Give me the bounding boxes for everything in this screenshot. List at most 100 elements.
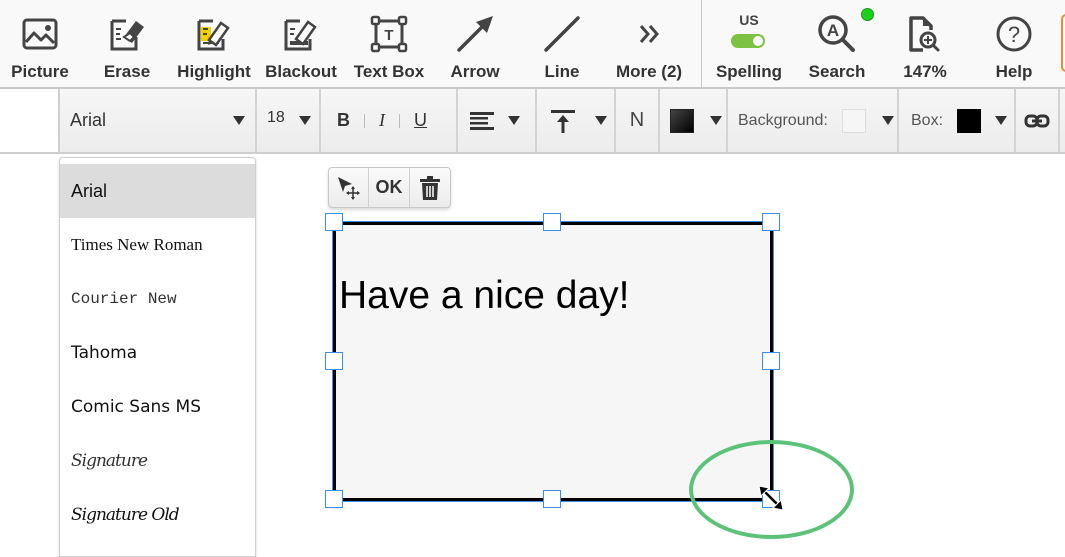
- text-style-group: B I U: [321, 89, 458, 152]
- separator: [399, 113, 400, 128]
- box-color-swatch: [957, 108, 982, 133]
- underline-button[interactable]: U: [414, 110, 427, 131]
- zoom-page-icon: [905, 14, 945, 54]
- resize-handle-top-left[interactable]: [325, 213, 343, 231]
- trash-icon: [419, 175, 440, 200]
- move-button[interactable]: [329, 168, 370, 207]
- resize-handle-bottom-left[interactable]: [325, 490, 343, 508]
- chevron-down-icon: [710, 116, 722, 125]
- font-family-dropdown: Arial Times New Roman Courier New Tahoma…: [59, 157, 256, 557]
- arrow-icon: [455, 14, 495, 54]
- normal-label: N: [629, 109, 645, 131]
- bold-button[interactable]: B: [337, 110, 350, 131]
- help-button[interactable]: ? Help: [975, 0, 1053, 88]
- chevron-down-icon: [995, 116, 1008, 125]
- chevron-down-icon: [298, 116, 311, 125]
- font-option-comic-sans[interactable]: Comic Sans MS: [60, 380, 255, 434]
- more-label: More (2): [615, 62, 683, 81]
- text-color-swatch: [670, 108, 694, 133]
- normal-text-button[interactable]: N: [616, 89, 660, 152]
- erase-label: Erase: [103, 62, 151, 81]
- resize-handle-right[interactable]: [762, 352, 780, 370]
- search-label: Search: [808, 62, 866, 81]
- delete-button[interactable]: [410, 168, 450, 207]
- svg-text:A: A: [827, 21, 839, 40]
- picture-label: Picture: [11, 62, 69, 81]
- spelling-locale: US: [739, 12, 759, 28]
- spelling-label: Spelling: [715, 62, 783, 81]
- move-cursor-icon: [337, 176, 360, 200]
- box-label: Box:: [911, 111, 944, 129]
- text-box-content[interactable]: Have a nice day!: [339, 274, 630, 318]
- chevron-down-icon: [233, 116, 245, 125]
- textbox-icon: T: [369, 14, 409, 54]
- zoom-button[interactable]: 147%: [886, 0, 964, 88]
- resize-handle-top-right[interactable]: [762, 213, 780, 231]
- highlight-tool-button[interactable]: Highlight: [172, 0, 256, 88]
- main-toolbar: Picture Erase Highlight Blackout T Text …: [0, 0, 1065, 89]
- double-chevron-icon: [629, 14, 669, 54]
- spelling-toggle[interactable]: US Spelling: [709, 0, 789, 88]
- font-option-courier-new[interactable]: Courier New: [60, 272, 255, 326]
- status-dot-icon: [861, 8, 874, 21]
- background-color-picker[interactable]: Background:: [728, 89, 899, 152]
- background-color-swatch: [841, 108, 866, 133]
- blackout-tool-button[interactable]: Blackout: [262, 0, 340, 88]
- textbox-tool-button[interactable]: T Text Box: [350, 0, 428, 88]
- resize-handle-top[interactable]: [543, 213, 561, 231]
- background-label: Background:: [738, 111, 828, 129]
- font-size-value: 18: [267, 108, 285, 126]
- text-align-select[interactable]: [458, 89, 537, 152]
- font-option-signature-old[interactable]: Signature Old: [60, 488, 255, 542]
- chevron-down-icon: [881, 116, 894, 125]
- offscreen-button[interactable]: [1061, 14, 1065, 72]
- search-icon: A: [817, 14, 857, 54]
- chevron-down-icon: [595, 116, 607, 125]
- toolbar-divider: [701, 0, 702, 88]
- arrow-label: Arrow: [450, 62, 500, 81]
- text-color-picker[interactable]: [660, 89, 728, 152]
- line-label: Line: [544, 62, 580, 81]
- font-option-tahoma[interactable]: Tahoma: [60, 326, 255, 380]
- ok-button[interactable]: OK: [369, 168, 410, 207]
- svg-text:T: T: [384, 27, 393, 44]
- picture-icon: [20, 14, 60, 54]
- align-left-icon: [470, 111, 494, 130]
- toggle-switch-icon: [731, 34, 765, 48]
- help-label: Help: [995, 62, 1033, 81]
- link-button[interactable]: [1016, 89, 1060, 152]
- separator: [364, 113, 365, 128]
- font-option-times-new-roman[interactable]: Times New Roman: [60, 218, 255, 272]
- font-option-arial[interactable]: Arial: [60, 164, 255, 218]
- link-icon: [1024, 114, 1050, 127]
- format-toolbar: Arial 18 B I U N Background: Box:: [0, 89, 1065, 154]
- align-top-icon: [551, 109, 575, 133]
- line-tool-button[interactable]: Line: [523, 0, 601, 88]
- textbox-label: Text Box: [353, 62, 425, 81]
- highlight-label: Highlight: [177, 62, 251, 81]
- more-tools-button[interactable]: More (2): [610, 0, 688, 88]
- ok-label: OK: [375, 177, 403, 197]
- resize-handle-left[interactable]: [325, 352, 343, 370]
- arrow-tool-button[interactable]: Arrow: [436, 0, 514, 88]
- erase-tool-button[interactable]: Erase: [88, 0, 166, 88]
- chevron-down-icon: [508, 116, 520, 125]
- resize-handle-bottom[interactable]: [543, 490, 561, 508]
- eraser-icon: [107, 14, 147, 54]
- font-family-value: Arial: [70, 110, 107, 130]
- line-icon: [542, 14, 582, 54]
- blackout-label: Blackout: [265, 62, 337, 81]
- svg-text:?: ?: [1008, 22, 1020, 47]
- font-size-select[interactable]: 18: [257, 89, 321, 152]
- textbox-mini-toolbar: OK: [328, 167, 451, 208]
- italic-button[interactable]: I: [379, 110, 385, 131]
- picture-tool-button[interactable]: Picture: [0, 0, 80, 88]
- font-option-signature[interactable]: Signature: [60, 434, 255, 488]
- font-family-select[interactable]: Arial: [60, 89, 257, 152]
- blackout-icon: [281, 14, 321, 54]
- box-color-picker[interactable]: Box:: [899, 89, 1016, 152]
- highlighter-icon: [194, 14, 234, 54]
- resize-cursor-icon: [758, 485, 784, 511]
- vertical-align-select[interactable]: [537, 89, 616, 152]
- zoom-level: 147%: [903, 62, 947, 81]
